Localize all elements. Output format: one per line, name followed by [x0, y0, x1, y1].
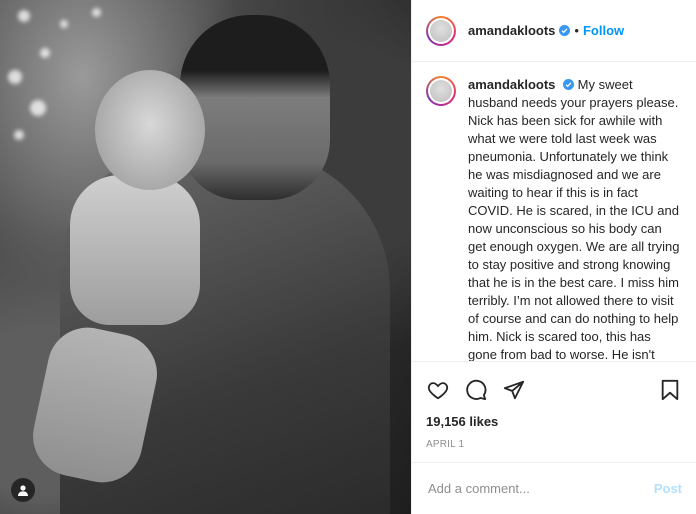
comment-bar: Post	[412, 462, 696, 514]
avatar[interactable]	[426, 15, 456, 46]
post-sidebar: amandakloots • Follow amandakloots My sw…	[411, 0, 696, 514]
bokeh-light	[18, 10, 30, 22]
caption-avatar[interactable]	[426, 76, 456, 106]
post-date: APRIL 1	[426, 439, 465, 450]
follow-button[interactable]: Follow	[583, 23, 624, 38]
verified-badge-icon	[559, 25, 571, 36]
share-icon[interactable]	[502, 378, 526, 402]
separator-dot: •	[574, 23, 579, 38]
comment-input[interactable]	[426, 480, 654, 497]
instagram-post: amandakloots • Follow amandakloots My sw…	[0, 0, 696, 514]
bokeh-light	[8, 70, 22, 84]
caption-text: My sweet husband needs your prayers plea…	[468, 77, 680, 361]
post-comment-button[interactable]: Post	[654, 481, 682, 496]
caption-username[interactable]: amandakloots	[468, 77, 555, 92]
action-icons	[426, 370, 682, 410]
bokeh-light	[92, 8, 101, 17]
heart-icon[interactable]	[426, 378, 450, 402]
verified-badge-icon	[563, 79, 575, 90]
post-header: amandakloots • Follow	[412, 0, 696, 62]
header-username[interactable]: amandakloots	[468, 23, 555, 38]
bokeh-light	[14, 130, 24, 140]
post-actions: 19,156 likes APRIL 1	[412, 361, 696, 462]
caption: amandakloots My sweet husband needs your…	[468, 76, 682, 361]
post-photo[interactable]	[0, 0, 411, 514]
comment-icon[interactable]	[464, 378, 488, 402]
photo-father-head	[180, 15, 330, 200]
caption-area: amandakloots My sweet husband needs your…	[412, 62, 696, 361]
bookmark-icon[interactable]	[658, 378, 682, 402]
bokeh-light	[30, 100, 46, 116]
bokeh-light	[40, 48, 50, 58]
photo-baby-head	[95, 70, 205, 190]
user-tag-icon[interactable]	[11, 478, 35, 502]
likes-count[interactable]: 19,156 likes	[426, 414, 682, 429]
photo-baby-body	[70, 175, 200, 325]
bokeh-light	[60, 20, 68, 28]
